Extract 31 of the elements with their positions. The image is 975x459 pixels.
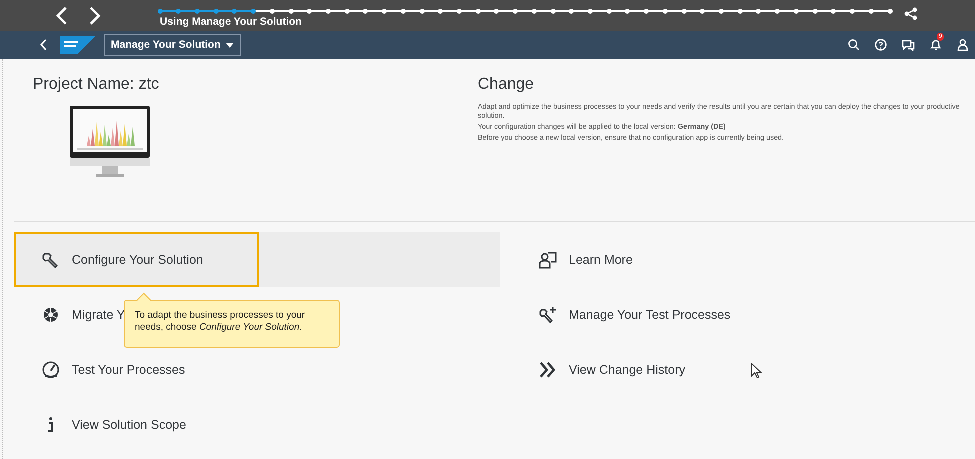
back-icon[interactable]: [55, 6, 69, 26]
wrench-plus-icon: [539, 306, 557, 324]
logo-icon[interactable]: [60, 36, 96, 54]
cursor-icon: [751, 363, 762, 379]
user-icon[interactable]: [957, 39, 969, 51]
bell-icon[interactable]: [930, 39, 942, 51]
double-chevron-icon: [539, 360, 557, 378]
tile-link[interactable]: View Solution Scope: [72, 418, 186, 432]
search-icon[interactable]: [848, 39, 860, 51]
tooltip: To adapt the business processes to your needs, choose Configure Your Solution.: [124, 300, 340, 348]
tile-link[interactable]: View Change History: [569, 362, 686, 376]
tile-link[interactable]: Test Your Processes: [72, 362, 186, 376]
tour-title: Using Manage Your Solution: [160, 16, 302, 28]
app-title-button[interactable]: Manage Your Solution: [104, 34, 241, 56]
back-icon[interactable]: [40, 39, 48, 51]
tile-link[interactable]: Manage Your Test Processes: [569, 308, 731, 322]
project-name: Project Name: ztc: [33, 76, 160, 94]
wrench-icon: [42, 250, 60, 268]
tile-link[interactable]: Migrate Y: [72, 308, 126, 322]
cube-cluster-icon: [42, 306, 60, 324]
tile-link[interactable]: Learn More: [569, 252, 633, 266]
gauge-icon: [42, 360, 60, 378]
share-icon[interactable]: [904, 7, 918, 21]
feedback-icon[interactable]: [902, 39, 915, 51]
info-icon: [47, 417, 55, 432]
person-book-icon: [539, 250, 557, 268]
forward-icon[interactable]: [88, 6, 102, 26]
help-icon[interactable]: [875, 39, 887, 51]
tile[interactable]: Configure Your Solution: [14, 232, 500, 287]
caret-icon: [226, 42, 234, 48]
section-title: Change: [478, 76, 536, 94]
